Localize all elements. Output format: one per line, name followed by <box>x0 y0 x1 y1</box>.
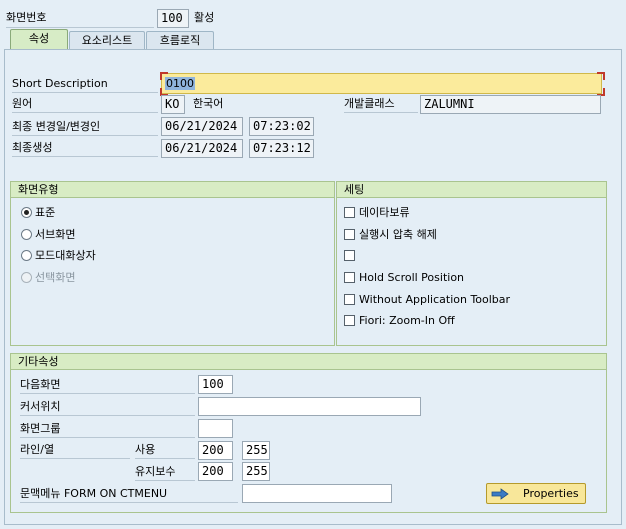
tab-attributes[interactable]: 속성 <box>10 29 68 50</box>
screen-group-label: 화면그룹 <box>20 422 61 435</box>
lines-columns-label: 라인/열 <box>20 443 55 456</box>
tab-attributes-label: 속성 <box>28 32 50 45</box>
cursor-position-input[interactable] <box>198 397 421 416</box>
tab-flow-logic-label: 흐름로직 <box>159 34 201 47</box>
checkbox-hold-data-label: 데이타보류 <box>359 206 410 219</box>
language-name: 한국어 <box>193 97 224 110</box>
last-generated-date[interactable]: 06/21/2024 <box>161 139 243 158</box>
used-label: 사용 <box>135 443 156 456</box>
last-generated-time[interactable]: 07:23:12 <box>249 139 314 158</box>
checkbox-unlabeled[interactable] <box>344 250 355 261</box>
radio-subscreen-label: 서브화면 <box>35 228 76 241</box>
maintenance-columns-input[interactable]: 255 <box>242 462 270 481</box>
focus-corner-icon <box>597 72 605 80</box>
screen-type-group: 화면유형 <box>10 181 335 346</box>
tab-flow-logic[interactable]: 흐름로직 <box>146 31 214 49</box>
cursor-position-label: 커서위치 <box>20 400 61 413</box>
maintenance-lines-input[interactable]: 200 <box>198 462 233 481</box>
focus-corner-icon <box>160 72 168 80</box>
radio-standard-label: 표준 <box>35 206 56 219</box>
tab-element-list[interactable]: 요소리스트 <box>69 31 145 49</box>
checkbox-unpack-runtime[interactable] <box>344 229 355 240</box>
next-screen-label: 다음화면 <box>20 378 61 391</box>
radio-selection-screen <box>21 272 32 283</box>
language-code-field[interactable]: KO <box>161 95 185 114</box>
screen-number-field[interactable]: 100 <box>157 9 189 28</box>
radio-modal-dialog[interactable] <box>21 250 32 261</box>
status-text: 활성 <box>194 11 215 24</box>
checkbox-fiori-zoom[interactable] <box>344 315 355 326</box>
properties-button-label: Properties <box>523 487 579 500</box>
checkbox-hold-scroll-label: Hold Scroll Position <box>359 271 465 284</box>
context-menu-input[interactable] <box>242 484 392 503</box>
checkbox-hold-data[interactable] <box>344 207 355 218</box>
used-columns-input[interactable]: 255 <box>242 441 270 460</box>
context-menu-label: 문맥메뉴 FORM ON CTMENU <box>20 487 168 500</box>
language-label: 원어 <box>12 97 33 110</box>
last-changed-time[interactable]: 07:23:02 <box>249 117 314 136</box>
screen-type-title: 화면유형 <box>11 182 334 198</box>
last-changed-date[interactable]: 06/21/2024 <box>161 117 243 136</box>
used-lines-input[interactable]: 200 <box>198 441 233 460</box>
checkbox-fiori-zoom-label: Fiori: Zoom-In Off <box>359 314 455 327</box>
short-description-value: 0100 <box>165 77 195 90</box>
dev-class-label: 개발클래스 <box>344 97 395 110</box>
radio-subscreen[interactable] <box>21 229 32 240</box>
checkbox-hold-scroll[interactable] <box>344 272 355 283</box>
last-changed-label: 최종 변경일/변경인 <box>12 120 101 133</box>
dev-class-field[interactable]: ZALUMNI <box>420 95 601 114</box>
other-attributes-title: 기타속성 <box>11 354 606 370</box>
short-description-label: Short Description <box>12 77 108 90</box>
last-generated-label: 최종생성 <box>12 141 53 154</box>
tab-bar: 속성 요소리스트 흐름로직 <box>0 29 626 50</box>
checkbox-no-app-toolbar-label: Without Application Toolbar <box>359 293 511 306</box>
radio-modal-dialog-label: 모드대화상자 <box>35 249 96 262</box>
radio-standard[interactable] <box>21 207 32 218</box>
arrow-right-icon <box>491 488 509 500</box>
radio-selected-dot <box>24 210 29 215</box>
screen-number-label: 화면번호 <box>6 11 47 24</box>
checkbox-unpack-runtime-label: 실행시 압축 해제 <box>359 228 437 241</box>
settings-title: 세팅 <box>337 182 606 198</box>
maintenance-label: 유지보수 <box>135 465 176 478</box>
screen-group-input[interactable] <box>198 419 233 438</box>
short-description-input[interactable]: 0100 <box>161 73 602 94</box>
checkbox-no-app-toolbar[interactable] <box>344 294 355 305</box>
radio-selection-screen-label: 선택화면 <box>35 271 76 284</box>
tab-element-list-label: 요소리스트 <box>81 34 133 47</box>
properties-button[interactable]: Properties <box>486 483 586 504</box>
next-screen-input[interactable]: 100 <box>198 375 233 394</box>
